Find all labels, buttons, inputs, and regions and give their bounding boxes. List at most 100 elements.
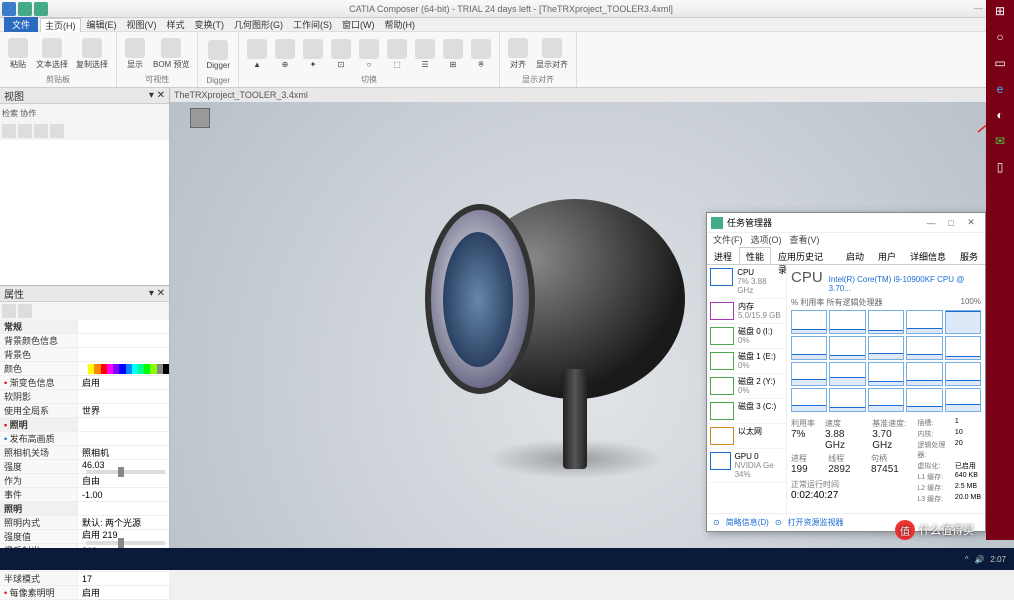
ribbon-tab[interactable]: 变换(T) — [191, 18, 229, 31]
cpu-core-graph — [906, 362, 942, 386]
props-tool-icon[interactable] — [18, 304, 32, 318]
3d-model[interactable] — [465, 199, 685, 399]
views-tool-icon[interactable] — [50, 124, 64, 138]
ribbon-button[interactable]: 文本选择 — [34, 36, 70, 72]
ribbon-button[interactable]: 复制选择 — [74, 36, 110, 72]
qat-redo-icon[interactable] — [34, 2, 48, 16]
props-tool-icon[interactable] — [2, 304, 16, 318]
tm-tab[interactable]: 详细信息 — [903, 247, 953, 264]
tm-resource-item[interactable]: 以太网 — [707, 424, 786, 449]
task-manager-window[interactable]: 任务管理器 — □ ✕ 文件(F) 选项(O) 查看(V) 进程性能应用历史记录… — [706, 212, 986, 532]
app-icon[interactable]: ◐ — [991, 106, 1009, 124]
tray-icon[interactable]: ^ — [965, 555, 969, 564]
minimize-button[interactable]: — — [974, 3, 983, 14]
views-tool-icon[interactable] — [2, 124, 16, 138]
ribbon-tab[interactable]: 工作间(S) — [289, 18, 336, 31]
tm-menu-item[interactable]: 选项(O) — [751, 233, 782, 247]
tm-menu-item[interactable]: 文件(F) — [713, 233, 743, 247]
property-row[interactable]: 背景色 — [0, 348, 169, 362]
cpu-core-graph — [829, 336, 865, 360]
cpu-heading: CPU — [791, 269, 823, 286]
property-row[interactable]: 事件-1.00 — [0, 488, 169, 502]
property-row[interactable]: • 照明 — [0, 418, 169, 432]
explorer-icon[interactable]: ▭ — [991, 54, 1009, 72]
tm-tab[interactable]: 用户 — [871, 247, 903, 264]
tm-resource-item[interactable]: 磁盘 3 (C:) — [707, 399, 786, 424]
tm-resource-item[interactable]: 内存5.0/15.9 GB — [707, 299, 786, 324]
ribbon-tab[interactable]: 编辑(E) — [83, 18, 121, 31]
ribbon-button[interactable]: ○ — [357, 37, 381, 71]
ribbon-button[interactable]: 显示 — [123, 36, 147, 72]
property-row[interactable]: 颜色 — [0, 362, 169, 376]
ribbon-tab[interactable]: 几何图形(G) — [230, 18, 287, 31]
tray-icon[interactable]: 🔊 — [974, 555, 984, 564]
ribbon-button[interactable]: Digger — [204, 38, 232, 72]
ribbon-button[interactable]: ⊞ — [441, 37, 465, 71]
ribbon-button[interactable]: 粘贴 — [6, 36, 30, 72]
ribbon-button[interactable]: 对齐 — [506, 36, 530, 72]
ribbon-button[interactable]: 显示对齐 — [534, 36, 570, 72]
tm-resource-item[interactable]: 磁盘 2 (Y:)0% — [707, 374, 786, 399]
ribbon-button[interactable]: ※ — [469, 37, 493, 71]
panel-controls[interactable]: ▾ ✕ — [149, 90, 165, 101]
ribbon-tab[interactable]: 样式 — [163, 18, 189, 31]
property-row[interactable]: 照相机关场照相机 — [0, 446, 169, 460]
ribbon-button[interactable]: BOM 预览 — [151, 36, 191, 72]
windows-start-icon[interactable]: ⊞ — [991, 2, 1009, 20]
property-row[interactable]: 作为自由 — [0, 474, 169, 488]
viewport-tab[interactable]: TheTRXproject_TOOLER_3.4xml✕ — [170, 88, 1014, 102]
tm-resource-monitor[interactable]: 打开资源监视器 — [788, 517, 844, 528]
property-row[interactable]: 常规 — [0, 320, 169, 334]
tm-resource-item[interactable]: GPU 0NVIDIA Ge 34% — [707, 449, 786, 483]
tm-tab[interactable]: 进程 — [707, 247, 739, 264]
ribbon-button[interactable]: ⊕ — [273, 37, 297, 71]
property-row[interactable]: • 每像素明明启用 — [0, 586, 169, 600]
tm-minimize-button[interactable]: — — [921, 218, 941, 228]
edge-icon[interactable]: e — [991, 80, 1009, 98]
app-icon[interactable]: ▯ — [991, 158, 1009, 176]
ribbon-button[interactable]: ⊡ — [329, 37, 353, 71]
views-title: 视图 — [4, 88, 24, 103]
property-row[interactable]: 强度46.03 — [0, 460, 169, 474]
tm-resource-item[interactable]: CPU7% 3.88 GHz — [707, 265, 786, 299]
panel-controls[interactable]: ▾ ✕ — [149, 288, 165, 299]
property-row[interactable]: 照明 — [0, 502, 169, 516]
tm-resource-item[interactable]: 磁盘 1 (E:)0% — [707, 349, 786, 374]
tm-close-button[interactable]: ✕ — [961, 217, 981, 228]
tm-maximize-button[interactable]: □ — [941, 218, 961, 228]
property-row[interactable]: • 发布高画质 — [0, 432, 169, 446]
qat-undo-icon[interactable] — [18, 2, 32, 16]
property-row[interactable]: 软阴影 — [0, 390, 169, 404]
views-tool-icon[interactable] — [34, 124, 48, 138]
property-row[interactable]: 使用全局系世界 — [0, 404, 169, 418]
ribbon-tab[interactable]: 帮助(H) — [381, 18, 420, 31]
tm-menu-item[interactable]: 查看(V) — [790, 233, 820, 247]
property-row[interactable]: 半球模式17 — [0, 572, 169, 586]
tm-tab[interactable]: 应用历史记录 — [771, 247, 839, 264]
tm-tab[interactable]: 服务 — [953, 247, 985, 264]
file-tab[interactable]: 文件 — [4, 17, 38, 32]
ribbon: 粘贴文本选择复制选择剪贴板显示BOM 预览可视性DiggerDigger▲⊕✦⊡… — [0, 32, 1014, 88]
ribbon-button[interactable]: ✦ — [301, 37, 325, 71]
props-title: 属性 — [4, 286, 24, 301]
property-row[interactable]: 强度值启用 219 — [0, 530, 169, 544]
ribbon-tab[interactable]: 视图(V) — [123, 18, 161, 31]
ribbon-button[interactable]: ⬚ — [385, 37, 409, 71]
tm-fewer-details[interactable]: 简略信息(D) — [726, 517, 769, 528]
property-row[interactable]: 背景颜色信息 — [0, 334, 169, 348]
ribbon-button[interactable]: ▲ — [245, 37, 269, 71]
ribbon-button[interactable]: ☰ — [413, 37, 437, 71]
qat-save-icon[interactable] — [2, 2, 16, 16]
tm-tab[interactable]: 性能 — [739, 247, 771, 264]
search-icon[interactable]: ○ — [991, 28, 1009, 46]
ribbon-tab[interactable]: 窗口(W) — [338, 18, 379, 31]
tm-resource-item[interactable]: 磁盘 0 (I:)0% — [707, 324, 786, 349]
ribbon-tab[interactable]: 主页(H) — [40, 18, 81, 32]
app-icon[interactable]: ✉ — [991, 132, 1009, 150]
property-row[interactable]: • 渐变色信息启用 — [0, 376, 169, 390]
clock[interactable]: 2:07 — [990, 555, 1006, 564]
views-tool-icon[interactable] — [18, 124, 32, 138]
tm-tab[interactable]: 启动 — [839, 247, 871, 264]
cpu-core-graph — [945, 388, 981, 412]
cpu-core-graph — [906, 336, 942, 360]
